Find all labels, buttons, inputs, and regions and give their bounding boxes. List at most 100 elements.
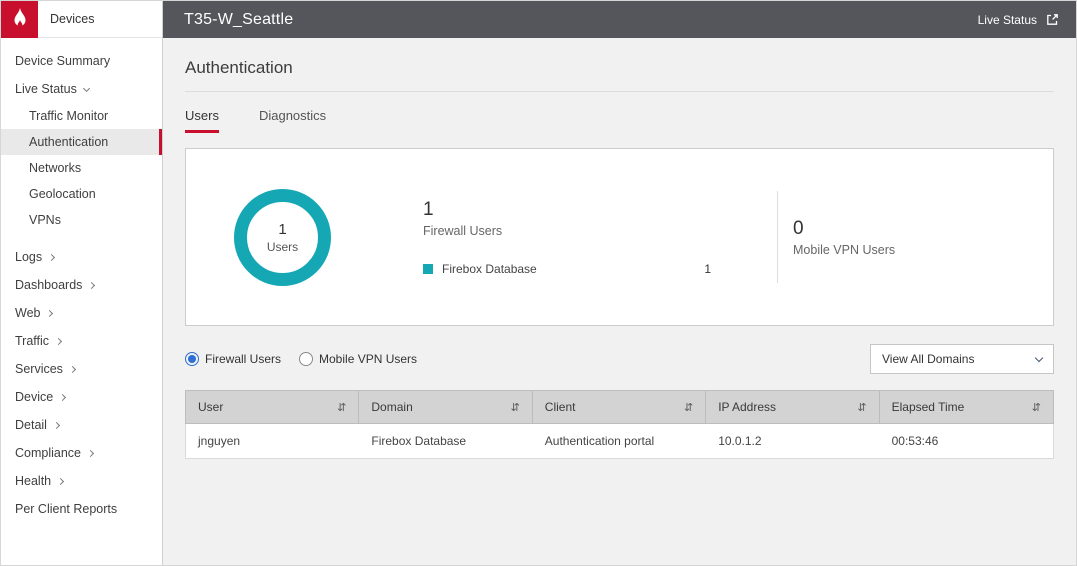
column-header-user[interactable]: User ⇵ (186, 391, 359, 423)
firewall-users-label: Firewall Users (423, 224, 711, 238)
sidebar-item-geolocation[interactable]: Geolocation (1, 181, 162, 207)
dropdown-selected-value: View All Domains (882, 352, 974, 366)
cell-domain: Firebox Database (359, 424, 532, 458)
chevron-down-icon (1035, 353, 1043, 361)
column-header-domain[interactable]: Domain ⇵ (359, 391, 532, 423)
users-table: User ⇵ Domain ⇵ Client ⇵ IP Address ⇵ El… (185, 390, 1054, 459)
sidebar-item-label: Services (15, 362, 63, 376)
sidebar-item-detail[interactable]: Detail (1, 411, 162, 439)
chevron-right-icon (55, 337, 62, 344)
radio-firewall-users[interactable] (185, 352, 199, 366)
users-summary-card: 1 Users 1 Firewall Users Firebox Databas… (185, 148, 1054, 326)
sidebar-item-live-status[interactable]: Live Status (1, 75, 162, 103)
legend-color-swatch (423, 264, 433, 274)
sidebar-item-health[interactable]: Health (1, 467, 162, 495)
sidebar-item-device-summary[interactable]: Device Summary (1, 47, 162, 75)
sidebar-item-label: Networks (29, 161, 81, 175)
sort-icon[interactable]: ⇵ (511, 401, 520, 414)
view-all-domains-dropdown[interactable]: View All Domains (870, 344, 1054, 374)
sidebar-item-logs[interactable]: Logs (1, 243, 162, 271)
mobile-vpn-users-block: 0 Mobile VPN Users (793, 218, 895, 257)
sidebar-item-label: Device Summary (15, 54, 110, 68)
donut-label: Users (267, 240, 298, 254)
chevron-right-icon (53, 421, 60, 428)
main-content: Authentication Users Diagnostics 1 Users… (163, 38, 1076, 565)
firewall-users-count: 1 (423, 199, 711, 221)
chevron-right-icon (87, 449, 94, 456)
brand-row: Devices (1, 1, 162, 38)
legend-label: Firebox Database (442, 262, 537, 276)
firewall-users-block: 1 Firewall Users Firebox Database 1 (423, 199, 711, 276)
sidebar-item-label: Authentication (29, 135, 108, 149)
chevron-right-icon (48, 253, 55, 260)
sidebar-item-authentication[interactable]: Authentication (1, 129, 162, 155)
sidebar-item-label: Device (15, 390, 53, 404)
chevron-right-icon (69, 365, 76, 372)
sidebar-item-device[interactable]: Device (1, 383, 162, 411)
chevron-right-icon (59, 393, 66, 400)
watchguard-flame-logo[interactable] (1, 1, 38, 38)
column-header-elapsed-time[interactable]: Elapsed Time ⇵ (880, 391, 1053, 423)
sidebar-item-dashboards[interactable]: Dashboards (1, 271, 162, 299)
sidebar-item-vpns[interactable]: VPNs (1, 207, 162, 233)
table-row[interactable]: jnguyen Firebox Database Authentication … (185, 424, 1054, 459)
flame-icon (9, 6, 31, 32)
sidebar-item-label: Dashboards (15, 278, 82, 292)
sidebar-item-label: Health (15, 474, 51, 488)
radio-firewall-users-label[interactable]: Firewall Users (205, 352, 281, 366)
column-label: Elapsed Time (892, 400, 965, 414)
sidebar-item-traffic-monitor[interactable]: Traffic Monitor (1, 103, 162, 129)
tab-users[interactable]: Users (185, 108, 219, 133)
cell-client: Authentication portal (533, 424, 706, 458)
sort-icon[interactable]: ⇵ (337, 401, 346, 414)
sidebar-item-label: Per Client Reports (15, 502, 117, 516)
sidebar-item-label: Traffic (15, 334, 49, 348)
brand-label: Devices (50, 12, 94, 26)
sidebar-item-label: Geolocation (29, 187, 96, 201)
topbar: T35-W_Seattle Live Status (163, 1, 1076, 38)
cell-user: jnguyen (186, 424, 359, 458)
card-divider (777, 191, 778, 283)
sidebar-item-per-client-reports[interactable]: Per Client Reports (1, 495, 162, 523)
app-window: Devices Device Summary Live Status Traff… (0, 0, 1077, 566)
chevron-down-icon (83, 84, 90, 91)
radio-mobile-vpn-users[interactable] (299, 352, 313, 366)
mobile-vpn-users-label: Mobile VPN Users (793, 243, 895, 257)
live-status-label: Live Status (978, 13, 1037, 27)
radio-mobile-vpn-users-label[interactable]: Mobile VPN Users (319, 352, 417, 366)
external-link-icon (1045, 12, 1060, 27)
sidebar-item-networks[interactable]: Networks (1, 155, 162, 181)
column-label: IP Address (718, 400, 776, 414)
legend-value: 1 (704, 262, 711, 276)
sidebar-item-label: Traffic Monitor (29, 109, 108, 123)
sidebar-item-label: Compliance (15, 446, 81, 460)
mobile-vpn-users-count: 0 (793, 218, 895, 240)
page-title: Authentication (185, 58, 1054, 92)
column-label: Client (545, 400, 576, 414)
sidebar-item-label: Live Status (15, 82, 77, 96)
tab-bar: Users Diagnostics (185, 108, 1054, 134)
column-header-ip-address[interactable]: IP Address ⇵ (706, 391, 879, 423)
cell-elapsed-time: 00:53:46 (880, 424, 1053, 458)
sidebar-item-web[interactable]: Web (1, 299, 162, 327)
sort-icon[interactable]: ⇵ (857, 401, 866, 414)
device-title: T35-W_Seattle (184, 11, 293, 29)
column-label: User (198, 400, 223, 414)
live-status-link[interactable]: Live Status (978, 12, 1060, 27)
chevron-right-icon (57, 477, 64, 484)
table-header-row: User ⇵ Domain ⇵ Client ⇵ IP Address ⇵ El… (185, 390, 1054, 424)
filter-row: Firewall Users Mobile VPN Users View All… (185, 344, 1054, 374)
chevron-right-icon (88, 281, 95, 288)
sidebar-item-services[interactable]: Services (1, 355, 162, 383)
sidebar-item-label: VPNs (29, 213, 61, 227)
sidebar-nav: Device Summary Live Status Traffic Monit… (1, 38, 162, 523)
tab-diagnostics[interactable]: Diagnostics (259, 108, 326, 133)
sort-icon[interactable]: ⇵ (684, 401, 693, 414)
column-header-client[interactable]: Client ⇵ (533, 391, 706, 423)
sidebar-item-compliance[interactable]: Compliance (1, 439, 162, 467)
donut-ring: 1 Users (234, 189, 331, 286)
legend-row: Firebox Database 1 (423, 262, 711, 276)
sidebar-item-traffic[interactable]: Traffic (1, 327, 162, 355)
sort-icon[interactable]: ⇵ (1032, 401, 1041, 414)
cell-ip-address: 10.0.1.2 (706, 424, 879, 458)
